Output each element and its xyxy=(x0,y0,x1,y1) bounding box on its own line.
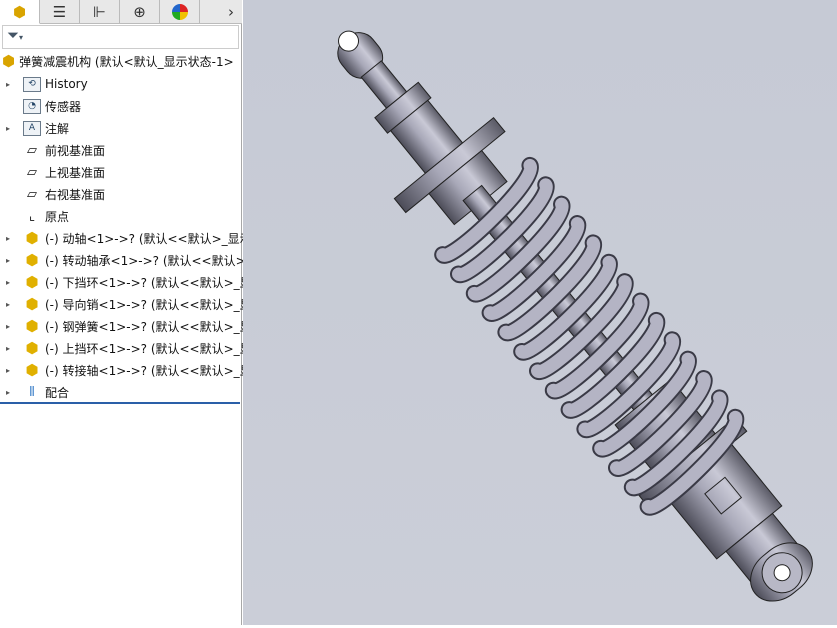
tree-item[interactable]: ▱ 右视基准面 xyxy=(6,183,105,205)
tree-item-label: (-) 转接轴<1>->? (默认<<默认>_显 xyxy=(45,363,252,378)
property-manager-tab[interactable]: ☰ xyxy=(40,0,80,24)
tree-item[interactable]: ▸ ⬢ (-) 转接轴<1>->? (默认<<默认>_显 xyxy=(6,359,252,381)
graphics-viewport[interactable] xyxy=(243,0,837,625)
part-icon: ⬢ xyxy=(25,229,39,247)
tree-item-label: (-) 下挡环<1>->? (默认<<默认>_显 xyxy=(45,275,252,290)
part-icon: ⬢ xyxy=(25,273,39,291)
tree-item[interactable]: ▸ ⬢ (-) 上挡环<1>->? (默认<<默认>_显 xyxy=(6,337,252,359)
tree-item[interactable]: ▸ ⬢ (-) 转动轴承<1>->? (默认<<默认> xyxy=(6,249,246,271)
tree-item-label: 上视基准面 xyxy=(45,165,106,180)
plane-icon: ▱ xyxy=(27,164,37,180)
expand-arrow-icon[interactable]: ▸ xyxy=(6,80,22,89)
expand-arrow-icon[interactable]: ▸ xyxy=(6,124,22,133)
expand-arrow-icon[interactable]: ▸ xyxy=(6,278,22,287)
display-manager-tab[interactable] xyxy=(160,0,200,24)
expand-arrow-icon[interactable]: ▸ xyxy=(6,300,22,309)
history-folder-icon: ⟲ xyxy=(22,75,42,93)
tree-item-label: (-) 导向销<1>->? (默认<<默认>_显 xyxy=(45,297,252,312)
tree-item[interactable]: ▱ 前视基准面 xyxy=(6,139,105,161)
part-icon: ⬢ xyxy=(25,339,39,357)
tree-item-label: 配合 xyxy=(45,385,70,400)
tree-item[interactable]: ▱ 上视基准面 xyxy=(6,161,105,183)
tree-item[interactable]: ▸ ⬢ (-) 下挡环<1>->? (默认<<默认>_显 xyxy=(6,271,252,293)
tree-item-label: 注解 xyxy=(45,121,70,136)
part-icon: ⬢ xyxy=(25,295,39,313)
tree-item[interactable]: ▸ ⬢ (-) 钢弹簧<1>->? (默认<<默认>_显 xyxy=(6,315,252,337)
feature-manager-panel: ⬢ ☰ ⊩ ⊕ › ⏷▾ ⬢ 弹簧减震机构 (默认<默认_显示状态-1> ▸ ⟲ H… xyxy=(0,0,252,625)
tree-item-label: 原点 xyxy=(45,209,70,224)
tree-item-label: 前视基准面 xyxy=(45,143,106,158)
plane-icon: ▱ xyxy=(27,142,37,158)
tree-item-label: 传感器 xyxy=(45,99,82,114)
expand-arrow-icon[interactable]: ▸ xyxy=(6,366,22,375)
dimxpert-tab[interactable]: ⊕ xyxy=(120,0,160,24)
tree-item[interactable]: ▸ A 注解 xyxy=(6,117,69,139)
tree-item-label: (-) 上挡环<1>->? (默认<<默认>_显 xyxy=(45,341,252,356)
expand-arrow-icon[interactable]: ▸ xyxy=(6,322,22,331)
part-icon: ⬢ xyxy=(25,317,39,335)
tree-item-label: (-) 动轴<1>->? (默认<<默认>_显示 xyxy=(45,231,252,246)
expand-arrow-icon[interactable]: ▸ xyxy=(6,234,22,243)
configuration-manager-tab[interactable]: ⊩ xyxy=(80,0,120,24)
tree-item-label: History xyxy=(45,77,88,91)
assembly-icon: ⬢ xyxy=(2,52,16,70)
property-manager-icon: ☰ xyxy=(52,3,67,21)
tree-item[interactable]: ▸ ⫴ 配合 xyxy=(6,381,69,403)
configuration-manager-icon: ⊩ xyxy=(92,3,107,21)
root-label: 弹簧减震机构 (默认<默认_显示状态-1> xyxy=(19,54,234,69)
filter-box[interactable]: ⏷▾ xyxy=(2,25,239,49)
expand-arrow-icon[interactable]: ▸ xyxy=(6,388,22,397)
tree-item[interactable]: ▸ ⬢ (-) 动轴<1>->? (默认<<默认>_显示 xyxy=(6,227,252,249)
panel-divider xyxy=(0,402,240,404)
tree-item-label: (-) 转动轴承<1>->? (默认<<默认> xyxy=(45,253,246,268)
expand-arrow-icon[interactable]: ▸ xyxy=(6,344,22,353)
feature-manager-tab[interactable]: ⬢ xyxy=(0,0,40,24)
feature-manager-icon: ⬢ xyxy=(12,2,27,21)
shock-absorber-model xyxy=(337,30,813,602)
plane-icon: ▱ xyxy=(27,186,37,202)
display-manager-icon xyxy=(171,4,188,20)
chevron-right-icon: › xyxy=(228,3,234,21)
tree-root-assembly[interactable]: ⬢ 弹簧减震机构 (默认<默认_显示状态-1> xyxy=(2,52,234,70)
tree-item[interactable]: ▸ ⬢ (-) 导向销<1>->? (默认<<默认>_显 xyxy=(6,293,252,315)
mates-icon: ⫴ xyxy=(29,384,35,400)
origin-icon: ⌞ xyxy=(28,208,36,224)
dimxpert-icon: ⊕ xyxy=(133,3,146,21)
tree-item[interactable]: ▸ ⟲ History xyxy=(6,73,88,95)
tree-item[interactable]: ◔ 传感器 xyxy=(6,95,81,117)
annotations-folder-icon: A xyxy=(22,119,42,137)
expand-arrow-icon[interactable]: ▸ xyxy=(6,256,22,265)
part-icon: ⬢ xyxy=(25,251,39,269)
tree-item-label: (-) 钢弹簧<1>->? (默认<<默认>_显 xyxy=(45,319,252,334)
part-icon: ⬢ xyxy=(25,361,39,379)
manager-tabs: ⬢ ☰ ⊩ ⊕ › xyxy=(0,0,242,24)
tree-item[interactable]: ⌞ 原点 xyxy=(6,205,69,227)
tree-item-label: 右视基准面 xyxy=(45,187,106,202)
more-tabs-button[interactable]: › xyxy=(200,0,240,24)
filter-icon: ⏷▾ xyxy=(7,26,24,44)
sensors-folder-icon: ◔ xyxy=(22,97,42,115)
